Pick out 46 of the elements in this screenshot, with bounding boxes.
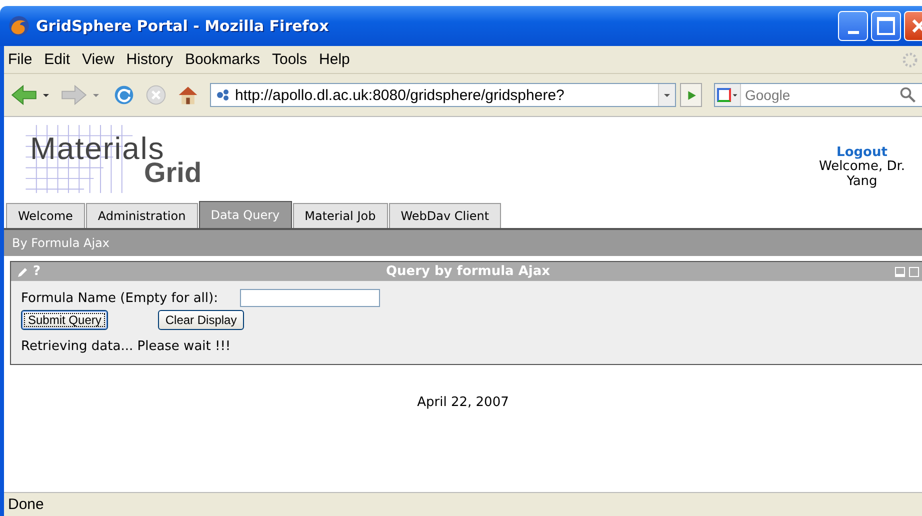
search-engine-button[interactable] [715, 84, 741, 106]
back-icon[interactable] [10, 84, 38, 106]
date-text: April 22, 2007 [417, 395, 509, 412]
menu-item[interactable]: History [124, 51, 181, 68]
minimize-button[interactable] [838, 11, 868, 41]
dropdown-icon[interactable] [663, 91, 671, 99]
search-icon[interactable] [899, 86, 917, 104]
form-button[interactable]: Clear Display [158, 310, 244, 330]
field-label: Formula Name (Empty for all): [21, 290, 218, 306]
portlet-title: Query by formula Ajax [386, 264, 550, 279]
caret-icon [732, 92, 738, 98]
tab[interactable]: WebDav Client [388, 203, 502, 228]
window-title: GridSphere Portal - Mozilla Firefox [36, 17, 329, 35]
forward-icon[interactable] [60, 84, 88, 106]
play-icon [686, 90, 696, 100]
google-icon [717, 88, 731, 102]
menu-item[interactable]: Bookmarks [182, 51, 268, 68]
form-button[interactable]: Submit Query [21, 310, 108, 330]
welcome-text: Welcome, Dr. Yang [818, 160, 906, 190]
tab[interactable]: Welcome [6, 203, 85, 228]
maximize-button[interactable] [871, 11, 901, 41]
logout-link[interactable]: Logout [836, 145, 888, 160]
formula-field[interactable] [240, 289, 380, 307]
tab[interactable]: Administration [86, 203, 198, 228]
maximize-icon[interactable] [909, 266, 919, 276]
stop-icon[interactable] [145, 84, 167, 106]
site-icon [215, 87, 231, 103]
menu-item[interactable]: Tools [270, 51, 316, 68]
menu-item[interactable]: File [6, 51, 40, 68]
status-message: Retrieving data... Please wait !!! [21, 339, 232, 354]
pencil-icon[interactable] [17, 266, 29, 278]
address-field[interactable]: http://apollo.dl.ac.uk:8080/gridsphere/gridsphere? [210, 83, 676, 107]
reload-icon[interactable] [113, 84, 135, 106]
menu-item[interactable]: Help [317, 51, 358, 68]
status-text: Done [8, 496, 44, 513]
browser-logo-icon [8, 15, 30, 37]
menu-item[interactable]: View [80, 51, 122, 68]
menu-item[interactable]: Edit [42, 51, 78, 68]
materials-grid-logo: Materials Grid [24, 125, 234, 193]
minimize-icon[interactable] [895, 266, 905, 276]
dropdown-icon[interactable] [42, 91, 50, 99]
go-button[interactable] [680, 83, 702, 107]
home-icon[interactable] [177, 84, 199, 106]
search-field[interactable]: Google [714, 83, 922, 107]
tab[interactable]: Material Job [292, 203, 388, 228]
throbber-icon [902, 52, 918, 68]
